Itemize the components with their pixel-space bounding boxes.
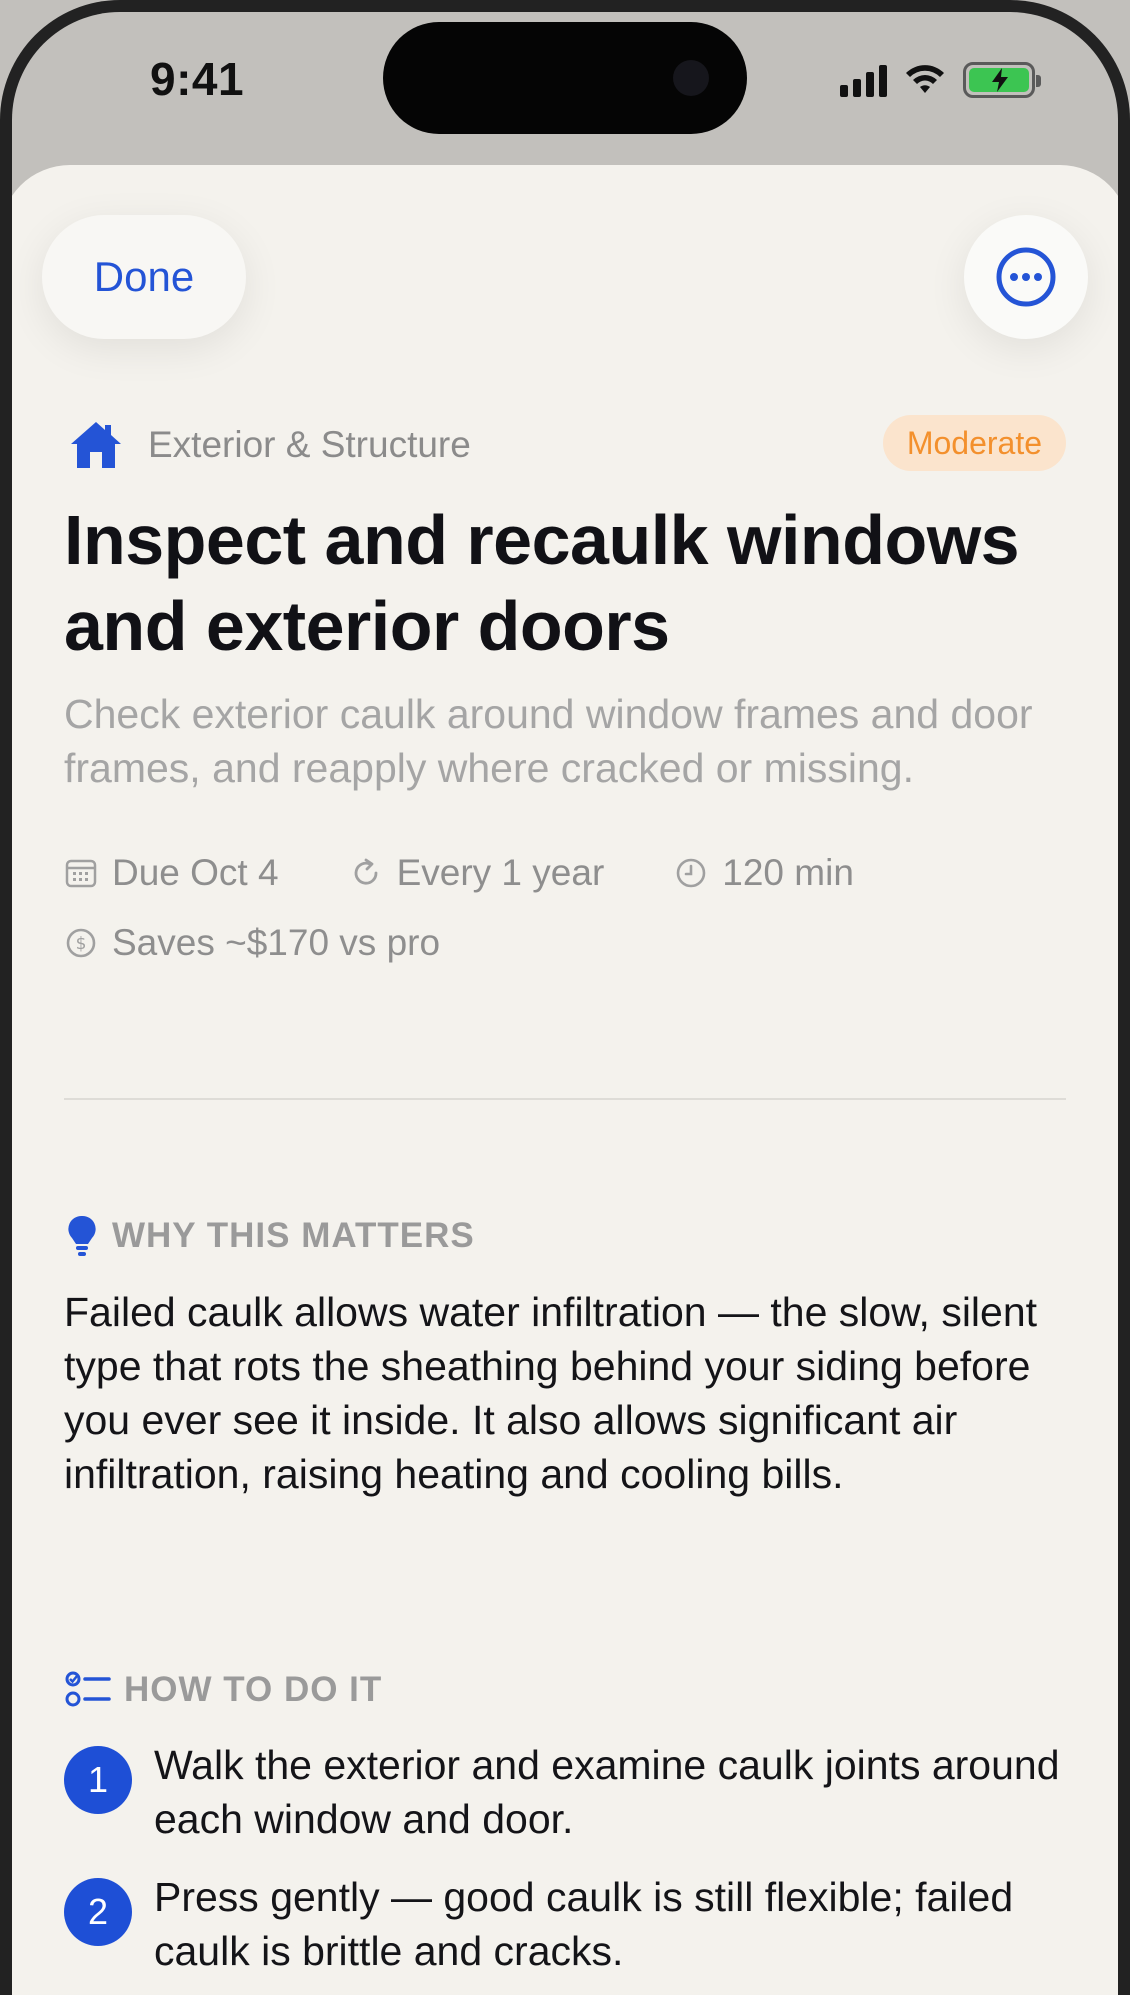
checklist-icon <box>64 1668 112 1712</box>
more-options-button[interactable] <box>964 215 1088 339</box>
step-item: 2 Press gently — good caulk is still fle… <box>64 1870 1064 1978</box>
how-heading-label: HOW TO DO IT <box>124 1670 383 1709</box>
meta-row-1: Due Oct 4 Every 1 year 120 min <box>64 848 854 898</box>
task-title: Inspect and recaulk windows and exterior… <box>64 501 1020 665</box>
status-bar: 9:41 <box>0 0 1130 165</box>
step-text: Walk the exterior and examine caulk join… <box>154 1742 1060 1842</box>
lightbulb-icon <box>64 1214 100 1258</box>
category-row: Exterior & Structure Moderate <box>66 415 1066 475</box>
camera-icon <box>673 60 709 96</box>
due-date: Due Oct 4 <box>64 852 279 894</box>
duration-label: 120 min <box>722 852 854 893</box>
savings: $ Saves ~$170 vs pro <box>64 922 440 964</box>
dollar-circle-icon: $ <box>64 926 98 960</box>
frequency-label: Every 1 year <box>396 852 605 893</box>
wifi-icon <box>906 65 944 93</box>
step-text: Press gently — good caulk is still flexi… <box>154 1874 1014 1974</box>
why-body: Failed caulk allows water infiltration —… <box>64 1289 1038 1497</box>
step-number: 2 <box>64 1878 132 1946</box>
svg-text:$: $ <box>76 934 87 954</box>
dynamic-island <box>383 22 747 134</box>
repeat-icon <box>349 856 383 890</box>
due-date-label: Due Oct 4 <box>112 852 279 893</box>
step-item: 1 Walk the exterior and examine caulk jo… <box>64 1738 1064 1846</box>
why-section-heading: WHY THIS MATTERS <box>64 1214 475 1258</box>
task-description: Check exterior caulk around window frame… <box>64 691 1033 791</box>
cellular-signal-icon <box>840 63 887 97</box>
battery-icon <box>963 62 1041 98</box>
section-divider <box>64 1098 1066 1100</box>
how-section-heading: HOW TO DO IT <box>64 1668 382 1712</box>
why-heading-label: WHY THIS MATTERS <box>112 1216 475 1255</box>
task-detail-sheet: Done Exterior & Structure Moderate Inspe… <box>0 165 1130 1995</box>
house-icon <box>66 415 126 475</box>
frequency: Every 1 year <box>349 852 605 894</box>
meta-row-2: $ Saves ~$170 vs pro <box>64 918 440 968</box>
status-icons <box>840 58 1041 102</box>
calendar-icon <box>64 856 98 890</box>
difficulty-badge: Moderate <box>882 415 1066 471</box>
step-number: 1 <box>64 1746 132 1814</box>
steps-list: 1 Walk the exterior and examine caulk jo… <box>64 1738 1064 1995</box>
category-label: Exterior & Structure <box>148 424 471 465</box>
done-button[interactable]: Done <box>42 215 246 339</box>
clock-icon <box>674 856 708 890</box>
ellipsis-circle-icon <box>996 247 1056 307</box>
duration: 120 min <box>674 852 854 894</box>
status-time: 9:41 <box>150 53 245 105</box>
savings-label: Saves ~$170 vs pro <box>112 922 441 963</box>
